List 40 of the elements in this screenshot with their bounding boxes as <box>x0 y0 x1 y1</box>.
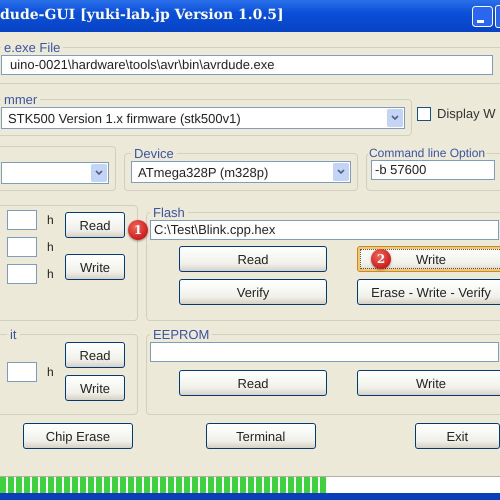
text-field[interactable]: C:\Test\Blink.cpp.hex <box>150 220 499 240</box>
window-title: dude-GUI [yuki-lab.jp Version 1.0.5] <box>0 7 285 25</box>
text-field[interactable]: -b 57600 <box>371 160 495 180</box>
unit-label: h <box>47 365 55 379</box>
group-label: e.exe File <box>3 40 62 55</box>
button[interactable]: Write <box>357 370 500 396</box>
unit-label: h <box>47 267 55 281</box>
button[interactable]: Read <box>65 212 125 238</box>
window-button[interactable] <box>495 4 500 28</box>
button[interactable]: Read <box>179 370 327 396</box>
button[interactable]: Terminal <box>206 423 316 449</box>
unit-label: h <box>47 213 55 227</box>
group-label: Command line Option <box>368 146 486 160</box>
text-field[interactable] <box>7 237 37 257</box>
group-label: Device <box>133 146 175 161</box>
text-field[interactable] <box>7 264 37 284</box>
button[interactable]: Read <box>65 342 125 368</box>
button[interactable]: Erase - Write - Verify <box>357 279 500 305</box>
group-label: it <box>9 327 18 342</box>
text-field[interactable] <box>7 210 37 230</box>
button[interactable]: Write <box>65 254 125 280</box>
dropdown[interactable] <box>1 162 109 184</box>
text-field[interactable] <box>150 342 499 362</box>
button[interactable]: Read <box>179 246 327 272</box>
step-marker: 1 <box>128 220 148 240</box>
checkbox-label: Display W <box>437 106 496 121</box>
text-field[interactable]: uino-0021\hardware\tools\avr\bin\avrdude.exe <box>1 55 493 75</box>
group-label: mmer <box>3 92 38 107</box>
minimize-button[interactable] <box>472 6 493 26</box>
dropdown[interactable]: STK500 Version 1.x firmware (stk500v1) <box>1 107 405 129</box>
text-field[interactable] <box>7 362 37 382</box>
button[interactable]: Write <box>65 375 125 401</box>
group-label: EEPROM <box>152 327 210 342</box>
button[interactable]: Chip Erase <box>23 423 133 449</box>
unit-label: h <box>47 240 55 254</box>
checkbox[interactable] <box>417 106 431 120</box>
dropdown[interactable]: ATmega328P (m328p) <box>131 161 351 183</box>
button[interactable]: Verify <box>179 279 327 305</box>
button[interactable]: Exit <box>414 423 500 449</box>
group-label: Flash <box>152 205 186 220</box>
